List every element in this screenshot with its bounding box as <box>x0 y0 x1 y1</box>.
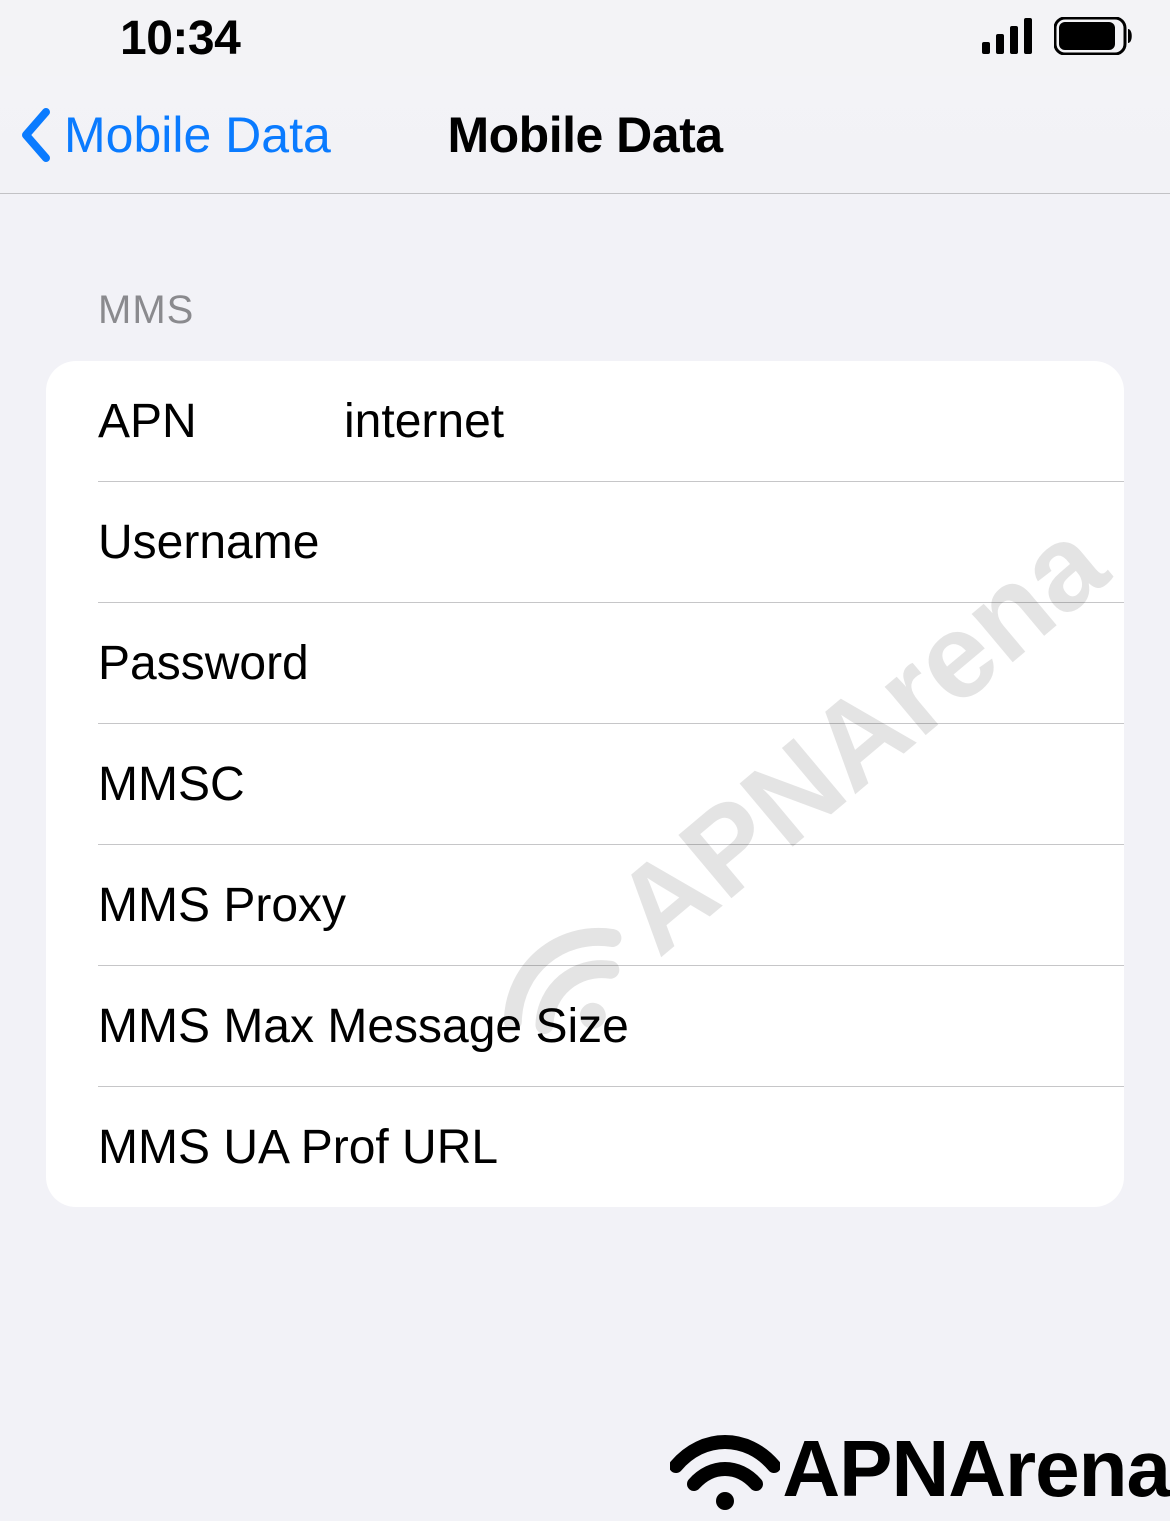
page-title: Mobile Data <box>447 106 722 164</box>
section-header-mms: MMS <box>98 288 1170 333</box>
label-username: Username <box>46 515 344 570</box>
label-mms-max-size: MMS Max Message Size <box>46 999 964 1054</box>
apnarena-logo: APNArena <box>670 1423 1170 1515</box>
input-mms-proxy[interactable] <box>346 845 1124 965</box>
battery-icon <box>1054 17 1134 60</box>
label-mmsc: MMSC <box>46 757 344 812</box>
nav-bar: Mobile Data Mobile Data <box>0 76 1170 194</box>
status-time: 10:34 <box>120 11 240 66</box>
back-label: Mobile Data <box>64 106 331 164</box>
row-mms-proxy[interactable]: MMS Proxy <box>46 845 1124 965</box>
input-username[interactable] <box>344 482 1124 602</box>
status-bar: 10:34 <box>0 0 1170 76</box>
input-apn[interactable] <box>344 361 1124 481</box>
label-mms-proxy: MMS Proxy <box>46 878 346 933</box>
row-password[interactable]: Password <box>46 603 1124 723</box>
cellular-signal-icon <box>982 18 1036 59</box>
row-mms-ua-prof-url[interactable]: MMS UA Prof URL <box>46 1087 1124 1207</box>
row-mmsc[interactable]: MMSC <box>46 724 1124 844</box>
label-mms-ua-prof-url: MMS UA Prof URL <box>46 1120 964 1175</box>
input-password[interactable] <box>344 603 1124 723</box>
back-button[interactable]: Mobile Data <box>18 106 331 164</box>
logo-text: APNArena <box>782 1423 1170 1515</box>
row-apn[interactable]: APN <box>46 361 1124 481</box>
label-password: Password <box>46 636 344 691</box>
chevron-left-icon <box>18 108 52 162</box>
row-username[interactable]: Username <box>46 482 1124 602</box>
mms-settings-group: APN Username Password MMSC MMS Proxy MMS… <box>46 361 1124 1207</box>
wifi-icon <box>670 1426 780 1512</box>
input-mmsc[interactable] <box>344 724 1124 844</box>
label-apn: APN <box>46 394 344 449</box>
row-mms-max-size[interactable]: MMS Max Message Size <box>46 966 1124 1086</box>
input-mms-max-size[interactable] <box>964 966 1124 1086</box>
input-mms-ua-prof-url[interactable] <box>964 1087 1124 1207</box>
